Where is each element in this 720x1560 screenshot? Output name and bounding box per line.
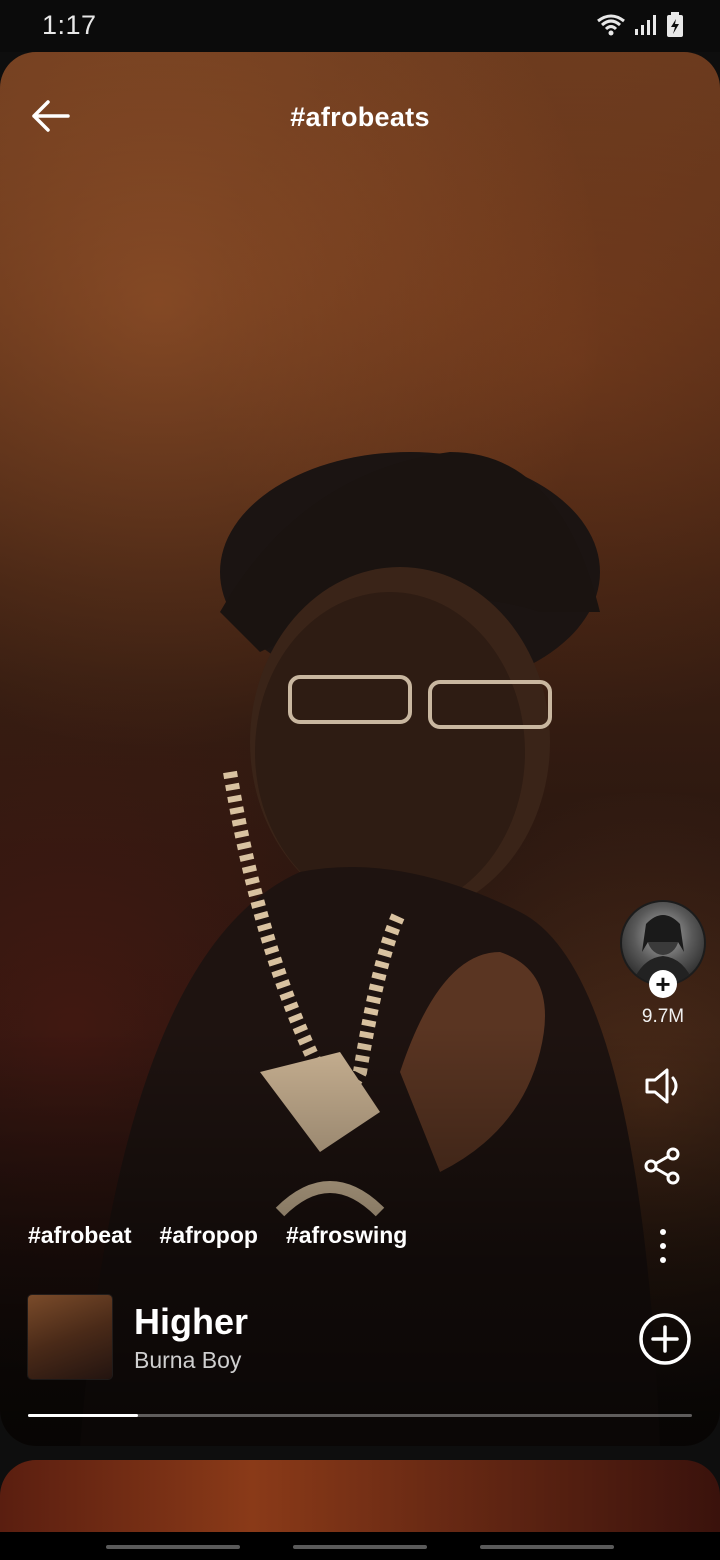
- signal-icon: [635, 15, 656, 35]
- plus-circle-icon[interactable]: [638, 1312, 692, 1366]
- side-actions: + 9.7M: [620, 900, 706, 1268]
- progress-fill: [28, 1414, 138, 1417]
- more-vertical-icon[interactable]: [641, 1224, 685, 1268]
- follow-count: 9.7M: [641, 1006, 685, 1027]
- track-title: Higher: [134, 1300, 249, 1342]
- nav-back-button[interactable]: [480, 1545, 614, 1549]
- nav-home-button[interactable]: [293, 1545, 427, 1549]
- share-icon[interactable]: [641, 1144, 685, 1188]
- follow-button[interactable]: +: [649, 970, 677, 998]
- plus-icon: +: [655, 969, 671, 999]
- battery-charging-icon: [667, 12, 683, 37]
- speaker-icon[interactable]: [641, 1064, 685, 1108]
- hashtag-list: #afrobeat #afropop #afroswing: [28, 1222, 407, 1249]
- track-artist: Burna Boy: [134, 1346, 242, 1373]
- track-info[interactable]: Higher Burna Boy: [28, 1295, 248, 1379]
- header: #afrobeats: [0, 52, 720, 182]
- status-icons: [596, 12, 684, 38]
- track-text: Higher Burna Boy: [134, 1301, 248, 1374]
- nav-recent-button[interactable]: [106, 1545, 240, 1549]
- page-title: #afrobeats: [290, 102, 430, 132]
- album-art[interactable]: [28, 1295, 112, 1379]
- progress-bar[interactable]: [28, 1414, 692, 1417]
- wifi-icon: [597, 14, 625, 36]
- hashtag-chip[interactable]: #afropop: [160, 1222, 258, 1249]
- hashtag-chip[interactable]: #afrobeat: [28, 1222, 132, 1249]
- media-card[interactable]: #afrobeats + 9.7M #afrobeat #afropop #af…: [0, 52, 720, 1446]
- status-bar: 1:17: [0, 0, 720, 52]
- hashtag-chip[interactable]: #afroswing: [286, 1222, 407, 1249]
- status-time: 1:17: [42, 10, 97, 40]
- navigation-bar: [0, 1532, 720, 1560]
